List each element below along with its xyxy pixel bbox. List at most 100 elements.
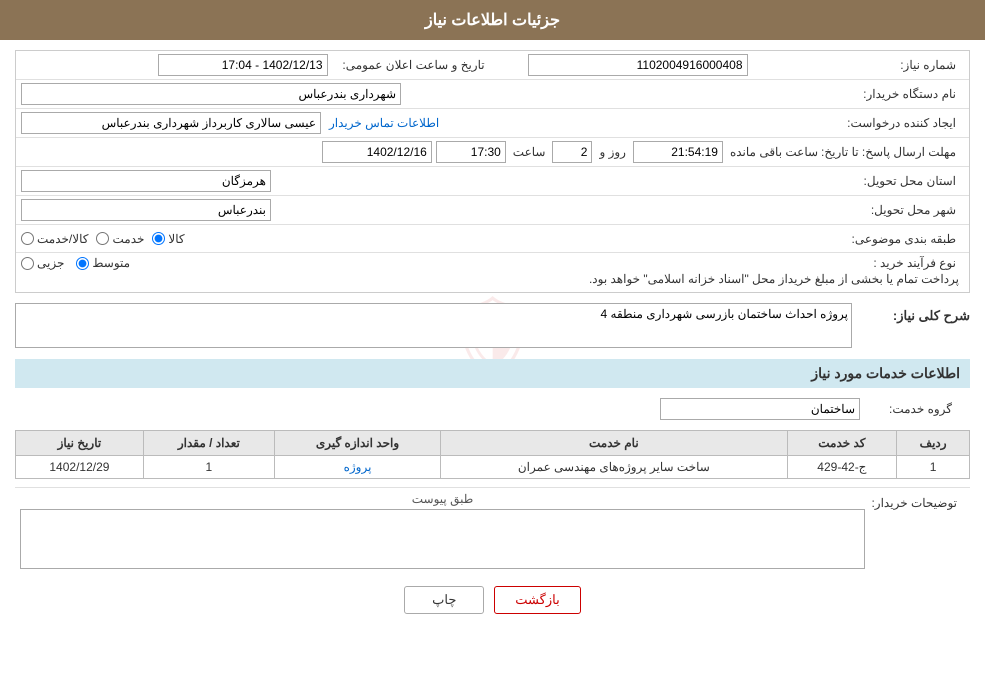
category-radio-khedmat[interactable]: خدمت — [96, 232, 144, 246]
category-radio-kala[interactable]: کالا — [152, 232, 184, 246]
province-value-cell — [21, 170, 834, 192]
col-header-unit: واحد اندازه گیری — [274, 431, 440, 456]
creator-label: ایجاد کننده درخواست: — [834, 116, 964, 130]
category-label-kala: کالا — [168, 232, 184, 246]
remaining-time-input — [633, 141, 723, 163]
cell-date: 1402/12/29 — [16, 456, 144, 479]
deadline-complex: ساعت باقی مانده روز و ساعت — [21, 141, 821, 163]
category-radio-kala-input[interactable] — [152, 232, 165, 245]
process-value-cell: متوسط جزیی — [21, 256, 834, 270]
city-label: شهر محل تحویل: — [834, 203, 964, 217]
col-header-code: کد خدمت — [787, 431, 897, 456]
table-header-row: ردیف کد خدمت نام خدمت واحد اندازه گیری ت… — [16, 431, 970, 456]
buyer-org-value-cell — [21, 83, 834, 105]
cell-count: 1 — [143, 456, 274, 479]
province-label: استان محل تحویل: — [834, 174, 964, 188]
buyer-org-input — [21, 83, 401, 105]
main-content: 🛡 شماره نیاز: تاریخ و ساعت اعلان عمومی: — [0, 40, 985, 634]
remaining-days-label: روز و — [599, 145, 626, 159]
cell-unit: پروژه — [274, 456, 440, 479]
category-label: طبقه بندی موضوعی: — [834, 232, 964, 246]
need-description-label: شرح کلی نیاز: — [860, 303, 970, 324]
content-zone: شماره نیاز: تاریخ و ساعت اعلان عمومی: نا… — [15, 50, 970, 624]
response-time-label: ساعت — [513, 145, 546, 159]
attachment-label: طبق پیوست — [20, 492, 865, 506]
category-radio-kala-khedmat-input[interactable] — [21, 232, 34, 245]
cell-name: ساخت سایر پروژه‌های مهندسی عمران — [441, 456, 787, 479]
cell-row: 1 — [897, 456, 970, 479]
contact-link[interactable]: اطلاعات تماس خریدار — [329, 116, 439, 130]
deadline-label: مهلت ارسال پاسخ: تا تاریخ: — [821, 145, 964, 159]
table-body: 1 ج-42-429 ساخت سایر پروژه‌های مهندسی عم… — [16, 456, 970, 479]
process-radio-jozi[interactable]: جزیی — [21, 256, 64, 270]
col-header-count: تعداد / مقدار — [143, 431, 274, 456]
category-label-khedmat: خدمت — [112, 232, 144, 246]
col-header-row: ردیف — [897, 431, 970, 456]
need-description-section: شرح کلی نیاز: — [15, 303, 970, 351]
need-number-label: شماره نیاز: — [834, 58, 964, 72]
creator-input — [21, 112, 321, 134]
process-row: نوع فرآیند خرید : متوسط جزیی — [16, 253, 969, 292]
deadline-row: مهلت ارسال پاسخ: تا تاریخ: ساعت باقی مان… — [16, 138, 969, 167]
buyer-desc-textarea[interactable] — [20, 509, 865, 569]
announce-date-input — [158, 54, 328, 76]
process-description: پرداخت تمام یا بخشی از مبلغ خریداز محل "… — [21, 270, 964, 289]
category-radio-khedmat-input[interactable] — [96, 232, 109, 245]
creator-row: ایجاد کننده درخواست: اطلاعات تماس خریدار — [16, 109, 969, 138]
services-section-title: اطلاعات خدمات مورد نیاز — [15, 359, 970, 388]
process-inner-row: نوع فرآیند خرید : متوسط جزیی — [21, 256, 964, 270]
service-group-input — [660, 398, 860, 420]
deadline-value-cell: ساعت باقی مانده روز و ساعت — [21, 141, 821, 163]
remaining-time-label: ساعت باقی مانده — [730, 145, 818, 159]
province-input — [21, 170, 271, 192]
process-label-motaset: متوسط — [92, 256, 130, 270]
response-time-input — [436, 141, 506, 163]
process-radio-jozi-input[interactable] — [21, 257, 34, 270]
page-title: جزئیات اطلاعات نیاز — [425, 12, 560, 29]
category-label-kala-khedmat: کالا/خدمت — [37, 232, 88, 246]
need-description-textarea[interactable] — [15, 303, 852, 348]
cell-code: ج-42-429 — [787, 456, 897, 479]
process-label: نوع فرآیند خرید : — [834, 256, 964, 270]
city-input — [21, 199, 271, 221]
need-number-value-cell — [528, 54, 835, 76]
page-header: جزئیات اطلاعات نیاز — [0, 0, 985, 40]
buyer-org-row: نام دستگاه خریدار: — [16, 80, 969, 109]
buyer-desc-value-cell: طبق پیوست — [20, 492, 865, 572]
back-button[interactable]: بازگشت — [494, 586, 580, 614]
service-group-row: گروه خدمت: — [15, 394, 970, 424]
col-header-date: تاریخ نیاز — [16, 431, 144, 456]
city-row: شهر محل تحویل: — [16, 196, 969, 225]
remaining-days-input — [552, 141, 592, 163]
buyer-desc-label: توضیحات خریدار: — [865, 492, 965, 510]
need-number-row: شماره نیاز: تاریخ و ساعت اعلان عمومی: — [16, 51, 969, 80]
category-radio-kala-khedmat[interactable]: کالا/خدمت — [21, 232, 88, 246]
creator-value-cell: اطلاعات تماس خریدار — [21, 112, 834, 134]
print-button[interactable]: چاپ — [404, 586, 484, 614]
province-row: استان محل تحویل: — [16, 167, 969, 196]
category-value-cell: کالا/خدمت خدمت کالا — [21, 232, 834, 246]
table-row: 1 ج-42-429 ساخت سایر پروژه‌های مهندسی عم… — [16, 456, 970, 479]
service-group-label: گروه خدمت: — [860, 402, 960, 416]
response-date-input — [322, 141, 432, 163]
need-number-input[interactable] — [528, 54, 748, 76]
buyer-desc-section: توضیحات خریدار: طبق پیوست — [15, 487, 970, 576]
category-row: طبقه بندی موضوعی: کالا/خدمت خدمت — [16, 225, 969, 253]
announce-date-value-cell — [21, 54, 328, 76]
table-head: ردیف کد خدمت نام خدمت واحد اندازه گیری ت… — [16, 431, 970, 456]
process-radio-motaset-input[interactable] — [76, 257, 89, 270]
items-table: ردیف کد خدمت نام خدمت واحد اندازه گیری ت… — [15, 430, 970, 479]
need-description-value-cell — [15, 303, 852, 351]
button-row: بازگشت چاپ — [15, 576, 970, 624]
buyer-org-label: نام دستگاه خریدار: — [834, 87, 964, 101]
process-radio-group: متوسط جزیی — [21, 256, 130, 270]
page-wrapper: جزئیات اطلاعات نیاز 🛡 شماره نیاز: تاریخ … — [0, 0, 985, 691]
main-form-section: شماره نیاز: تاریخ و ساعت اعلان عمومی: نا… — [15, 50, 970, 293]
announce-date-label: تاریخ و ساعت اعلان عمومی: — [328, 58, 508, 72]
process-radio-motaset[interactable]: متوسط — [76, 256, 130, 270]
service-group-value-cell — [25, 398, 860, 420]
category-radio-group: کالا/خدمت خدمت کالا — [21, 232, 185, 246]
city-value-cell — [21, 199, 834, 221]
col-header-name: نام خدمت — [441, 431, 787, 456]
process-label-jozi: جزیی — [37, 256, 64, 270]
